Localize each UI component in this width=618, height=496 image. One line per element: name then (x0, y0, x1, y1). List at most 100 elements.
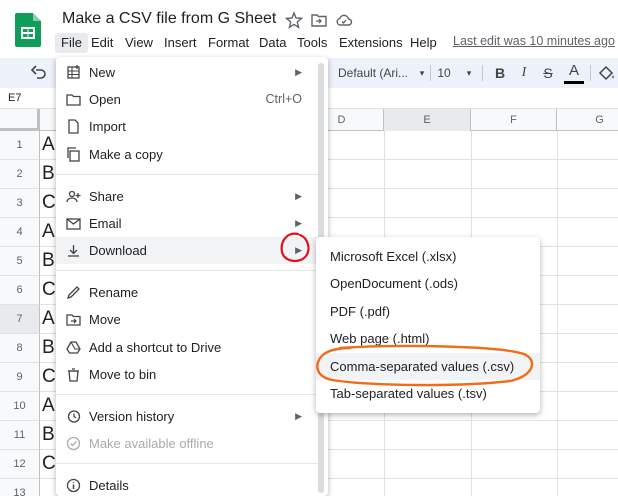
folder-open-icon (66, 94, 81, 106)
column-header-f[interactable]: F (471, 109, 557, 131)
undo-icon[interactable] (28, 62, 50, 84)
menu-file[interactable]: File (55, 33, 88, 53)
file-menu-item-make-a-copy[interactable]: Make a copy (56, 141, 318, 168)
toolbar-divider (430, 65, 431, 81)
download-icon (68, 245, 79, 257)
menu-edit[interactable]: Edit (85, 33, 119, 53)
sheets-logo-icon[interactable] (15, 13, 41, 47)
column-header-e[interactable]: E (384, 109, 471, 131)
file-menu-label: Rename (89, 285, 139, 300)
cell-a2[interactable]: B (42, 163, 55, 185)
document-title[interactable]: Make a CSV file from G Sheet (62, 10, 276, 28)
file-menu-label: Details (89, 478, 129, 493)
italic-button[interactable]: I (514, 62, 534, 84)
toolbar-divider (590, 65, 591, 81)
file-menu-item-move[interactable]: Move (56, 306, 318, 333)
submenu-arrow-icon: ▶ (295, 411, 302, 421)
history-icon (67, 410, 81, 423)
file-menu-item-move-to-bin[interactable]: Move to bin (56, 361, 318, 388)
menu-divider (56, 270, 318, 271)
file-menu-label: Share (89, 189, 124, 204)
menu-help[interactable]: Help (404, 33, 443, 53)
download-submenu: Microsoft Excel (.xlsx) OpenDocument (.o… (316, 237, 540, 413)
file-menu-label: New (89, 65, 116, 80)
menu-data[interactable]: Data (253, 33, 292, 53)
cell-a9[interactable]: C (42, 366, 56, 388)
row-header-9[interactable]: 9 (0, 363, 40, 392)
cell-a1[interactable]: A (42, 134, 55, 156)
menu-format[interactable]: Format (202, 33, 255, 53)
file-import-icon (68, 119, 79, 134)
menu-divider (56, 174, 318, 175)
copy-icon (67, 147, 80, 162)
file-menu-item-details[interactable]: Details (56, 472, 318, 496)
menu-extensions[interactable]: Extensions (333, 33, 409, 53)
row-header-11[interactable]: 11 (0, 421, 40, 450)
download-ods-option[interactable]: OpenDocument (.ods) (316, 270, 540, 297)
file-menu-label: Version history (89, 409, 175, 424)
file-menu-item-add-a-shortcut-to-drive[interactable]: Add a shortcut to Drive (56, 334, 318, 361)
file-menu-item-new[interactable]: New ▶ (56, 59, 318, 86)
file-menu-label: Add a shortcut to Drive (89, 340, 222, 355)
row-header-2[interactable]: 2 (0, 160, 40, 189)
row-header-8[interactable]: 8 (0, 334, 40, 363)
file-menu-item-download[interactable]: Download ▶ (56, 237, 318, 264)
info-icon (66, 478, 81, 493)
row-header-1[interactable]: 1 (0, 131, 40, 160)
fill-color-icon[interactable] (596, 62, 616, 84)
file-menu-item-email[interactable]: Email ▶ (56, 210, 318, 237)
menu-tools[interactable]: Tools (291, 33, 333, 53)
row-header-7[interactable]: 7 (0, 305, 40, 334)
cell-a7[interactable]: A (42, 308, 55, 330)
toolbar-divider (482, 65, 483, 81)
column-header-g[interactable]: G (557, 109, 618, 131)
last-edit-link[interactable]: Last edit was 10 minutes ago (453, 34, 615, 48)
file-menu-item-share[interactable]: Share ▶ (56, 183, 318, 210)
font-family-dropdown-icon[interactable]: ▾ (417, 62, 427, 84)
file-menu-item-rename[interactable]: Rename (56, 279, 318, 306)
cell-a3[interactable]: C (42, 192, 56, 214)
email-icon (66, 218, 81, 230)
cloud-status-icon[interactable] (335, 11, 353, 29)
download-csv-option[interactable]: Comma-separated values (.csv) (316, 353, 540, 380)
cell-a11[interactable]: B (42, 424, 55, 446)
row-header-12[interactable]: 12 (0, 450, 40, 479)
download-xlsx-option[interactable]: Microsoft Excel (.xlsx) (316, 243, 540, 270)
cell-a6[interactable]: C (42, 279, 56, 301)
file-menu-item-import[interactable]: Import (56, 113, 318, 140)
strikethrough-button[interactable]: S (538, 62, 558, 84)
cell-a10[interactable]: A (42, 395, 55, 417)
menu-insert[interactable]: Insert (158, 33, 203, 53)
cell-a5[interactable]: B (42, 250, 55, 272)
submenu-arrow-icon: ▶ (295, 67, 302, 77)
file-menu-label: Make a copy (89, 147, 163, 162)
download-html-option[interactable]: Web page (.html) (316, 325, 540, 352)
cell-a4[interactable]: A (42, 221, 55, 243)
cell-reference[interactable]: E7 (8, 92, 21, 104)
bold-button[interactable]: B (490, 62, 510, 84)
download-pdf-option[interactable]: PDF (.pdf) (316, 298, 540, 325)
font-size-select[interactable]: 10 (436, 62, 452, 84)
download-tsv-option[interactable]: Tab-separated values (.tsv) (316, 380, 540, 407)
row-header-3[interactable]: 3 (0, 189, 40, 218)
file-menu-item-make-available-offline: Make available offline (56, 430, 318, 457)
trash-icon (68, 368, 79, 382)
text-color-button[interactable]: A (564, 62, 584, 84)
select-all-corner[interactable] (0, 109, 40, 131)
row-header-4[interactable]: 4 (0, 218, 40, 247)
file-menu-label: Move (89, 312, 121, 327)
row-header-5[interactable]: 5 (0, 247, 40, 276)
move-folder-icon[interactable] (310, 11, 328, 29)
menu-view[interactable]: View (119, 33, 159, 53)
file-menu-item-open[interactable]: Open Ctrl+O (56, 86, 318, 113)
file-menu-item-version-history[interactable]: Version history ▶ (56, 403, 318, 430)
row-header-13[interactable]: 13 (0, 479, 40, 496)
font-size-dropdown-icon[interactable]: ▾ (464, 62, 474, 84)
cell-a8[interactable]: B (42, 337, 55, 359)
cell-a12[interactable]: C (42, 453, 56, 475)
row-header-10[interactable]: 10 (0, 392, 40, 421)
font-family-select[interactable]: Default (Ari... (338, 62, 416, 84)
row-header-6[interactable]: 6 (0, 276, 40, 305)
star-icon[interactable] (285, 11, 303, 29)
file-menu-label: Import (89, 119, 126, 134)
